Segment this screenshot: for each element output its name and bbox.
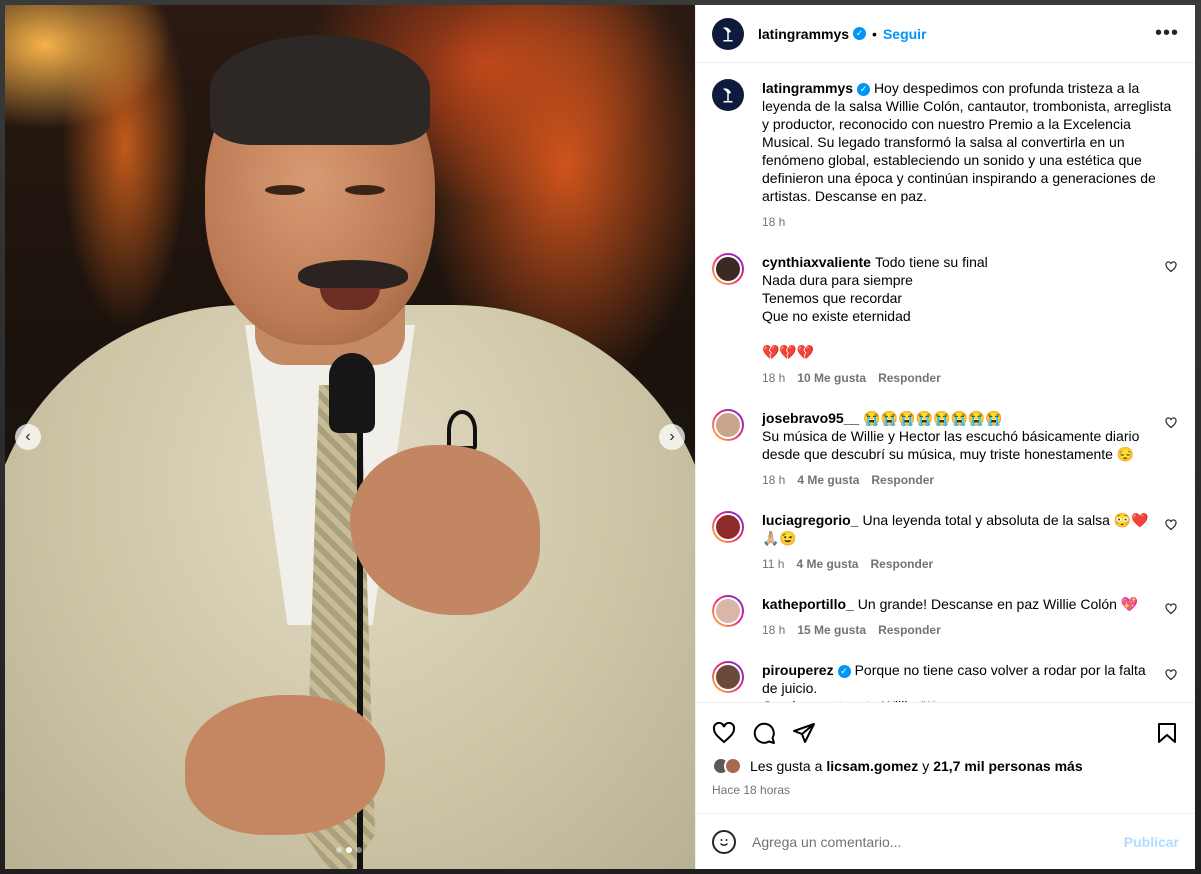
chevron-right-icon: ›: [669, 428, 675, 445]
comment-like-heart-icon[interactable]: [1165, 519, 1177, 534]
comment-time[interactable]: 18 h: [762, 621, 785, 639]
bookmark-icon: [1158, 723, 1176, 743]
post-photo: ‹ ›: [5, 5, 695, 869]
gramophone-logo-icon: [722, 26, 733, 41]
comment-text: Su música de Willie y Hector las escuchó…: [762, 428, 1140, 462]
liker-username[interactable]: licsam.gomez: [826, 758, 918, 774]
commenter-username[interactable]: luciagregorio_: [762, 512, 858, 528]
caption-time[interactable]: 18 h: [762, 213, 785, 231]
comment-text: [762, 325, 1153, 343]
post-side-panel: latingrammys ✓ • Seguir ••• latingrammys…: [695, 5, 1195, 869]
comment-like-heart-icon[interactable]: [1165, 261, 1177, 276]
carousel-dot: [336, 847, 342, 853]
carousel-prev-button[interactable]: ‹: [15, 424, 41, 450]
comment-text: 💔💔💔: [762, 344, 815, 360]
like-button[interactable]: [704, 713, 744, 753]
follow-button[interactable]: Seguir: [883, 26, 927, 42]
comment-text: Nada dura para siempre: [762, 272, 913, 288]
comment-text: 😭😭😭😭😭😭😭😭: [863, 410, 1003, 426]
separator-dot: •: [872, 25, 877, 42]
heart-icon: [712, 721, 736, 744]
save-button[interactable]: [1147, 713, 1187, 753]
comment-time[interactable]: 18 h: [762, 369, 785, 387]
comment-button[interactable]: [744, 713, 784, 753]
likes-summary: Les gusta a licsam.gomez y 21,7 mil pers…: [712, 757, 1179, 775]
post-time[interactable]: Hace 18 horas: [712, 783, 1179, 797]
photo-hand-lower: [185, 695, 385, 835]
comment-likes[interactable]: 4 Me gusta: [797, 471, 859, 489]
gramophone-logo-icon: [722, 88, 733, 103]
commenter-avatar[interactable]: [712, 253, 744, 285]
verified-badge-icon: ✓: [857, 82, 871, 96]
comment-text: Tenemos que recordar: [762, 290, 903, 306]
comment-text: Todo tiene su final: [874, 254, 988, 270]
carousel-dot: [356, 847, 362, 853]
commenter-avatar[interactable]: [712, 661, 744, 693]
caption-author-avatar[interactable]: [712, 79, 744, 111]
photo-eye-right: [345, 185, 385, 195]
reply-button[interactable]: Responder: [870, 555, 933, 573]
photo-mustache: [298, 260, 408, 290]
carousel-dot: [346, 847, 352, 853]
comment-row: josebravo95__ 😭😭😭😭😭😭😭😭 Su música de Willie…: [712, 409, 1179, 489]
comment-like-heart-icon[interactable]: [1165, 417, 1177, 432]
comment-time[interactable]: 11 h: [762, 555, 784, 573]
author-username[interactable]: latingrammys: [758, 26, 849, 42]
comment-row: katheportillo_ Un grande! Descanse en paz…: [712, 595, 1179, 639]
comment-likes[interactable]: 15 Me gusta: [797, 621, 866, 639]
photo-hair: [210, 35, 430, 145]
reply-button[interactable]: Responder: [871, 471, 934, 489]
emoji-icon[interactable]: [712, 829, 736, 854]
photo-eye-left: [265, 185, 305, 195]
verified-badge-icon: ✓: [837, 664, 851, 678]
commenter-username[interactable]: pirouperez: [762, 662, 834, 678]
carousel-next-button[interactable]: ›: [659, 424, 685, 450]
comments-list[interactable]: latingrammys ✓ Hoy despedimos con profund…: [696, 63, 1195, 702]
photo-microphone: [329, 353, 375, 433]
more-options-button[interactable]: •••: [1155, 22, 1179, 45]
likes-prefix: Les gusta a: [750, 758, 823, 774]
commenter-avatar[interactable]: [712, 409, 744, 441]
liker-avatar: [724, 757, 742, 775]
comment-row: luciagregorio_ Una leyenda total y absolu…: [712, 511, 1179, 573]
comment-text: Que no existe eternidad: [762, 308, 911, 324]
smiley-icon: [720, 838, 728, 846]
comment-like-heart-icon[interactable]: [1165, 669, 1177, 684]
comment-bubble-icon: [753, 722, 775, 744]
paper-plane-icon: [793, 723, 815, 743]
comment-row: cynthiaxvaliente Todo tiene su final Nada …: [712, 253, 1179, 387]
reply-button[interactable]: Responder: [878, 369, 941, 387]
comment-text: Gracias por tu arte Willie 🕊️: [762, 697, 1153, 702]
comment-row: pirouperez ✓ Porque no tiene caso volver a…: [712, 661, 1179, 702]
comment-likes[interactable]: 10 Me gusta: [797, 369, 866, 387]
commenter-username[interactable]: cynthiaxvaliente: [762, 254, 871, 270]
chevron-left-icon: ‹: [25, 428, 31, 445]
carousel-indicator: [336, 847, 362, 853]
caption-username[interactable]: latingrammys: [762, 80, 853, 96]
comment-input[interactable]: [752, 833, 1124, 850]
caption-row: latingrammys ✓ Hoy despedimos con profund…: [712, 79, 1179, 231]
post-modal: ‹ › latingrammys ✓ • Seguir ••• latingra: [5, 5, 1195, 869]
comment-time[interactable]: 18 h: [762, 471, 785, 489]
share-button[interactable]: [784, 713, 824, 753]
commenter-username[interactable]: katheportillo_: [762, 596, 854, 612]
likes-middle: y: [922, 758, 930, 774]
post-actions: Les gusta a licsam.gomez y 21,7 mil pers…: [696, 702, 1195, 813]
verified-badge-icon: ✓: [853, 27, 867, 40]
reply-button[interactable]: Responder: [878, 621, 941, 639]
caption-text: Hoy despedimos con profunda tristeza a l…: [762, 80, 1172, 204]
comment-text: Un grande! Descanse en paz Willie Colón …: [857, 596, 1139, 612]
comment-like-heart-icon[interactable]: [1165, 603, 1177, 618]
commenter-avatar[interactable]: [712, 511, 744, 543]
photo-ribbon: [447, 410, 477, 450]
likes-count[interactable]: 21,7 mil personas más: [933, 758, 1082, 774]
comment-composer: Publicar: [696, 813, 1195, 869]
commenter-avatar[interactable]: [712, 595, 744, 627]
author-avatar[interactable]: [712, 17, 744, 50]
comment-likes[interactable]: 4 Me gusta: [796, 555, 858, 573]
publish-button[interactable]: Publicar: [1124, 834, 1179, 850]
post-header: latingrammys ✓ • Seguir •••: [696, 5, 1195, 63]
commenter-username[interactable]: josebravo95__: [762, 410, 859, 426]
